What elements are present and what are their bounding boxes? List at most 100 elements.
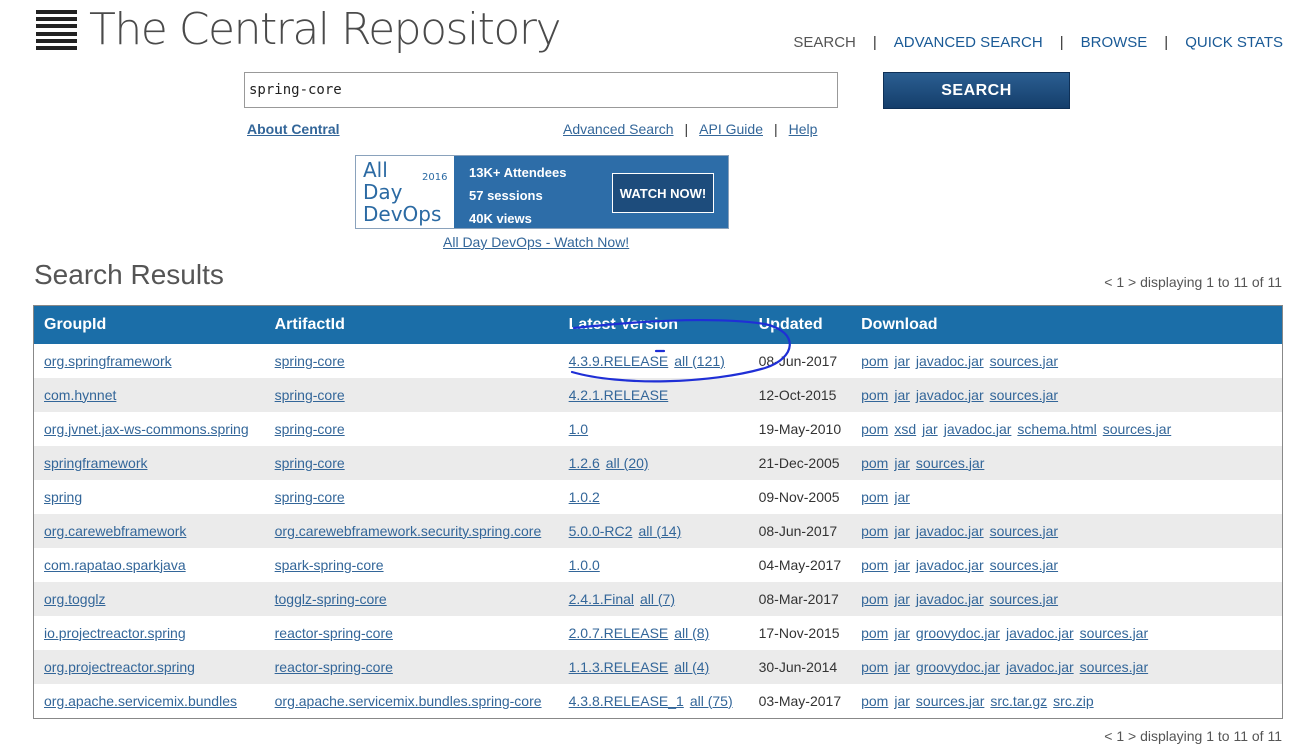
download-link[interactable]: javadoc.jar (1006, 659, 1074, 675)
groupid-link[interactable]: com.hynnet (44, 387, 116, 403)
artifactid-link[interactable]: spring-core (275, 421, 345, 437)
download-link[interactable]: javadoc.jar (916, 591, 984, 607)
download-link[interactable]: sources.jar (990, 387, 1058, 403)
download-link[interactable]: pom (861, 523, 888, 539)
search-button[interactable]: SEARCH (883, 72, 1070, 109)
all-versions-link[interactable]: all (20) (606, 455, 649, 471)
download-link[interactable]: jar (894, 557, 910, 573)
version-link[interactable]: 1.2.6 (569, 455, 600, 471)
download-link[interactable]: src.tar.gz (990, 693, 1047, 709)
download-link[interactable]: javadoc.jar (916, 387, 984, 403)
groupid-link[interactable]: org.jvnet.jax-ws-commons.spring (44, 421, 249, 437)
version-link[interactable]: 2.0.7.RELEASE (569, 625, 669, 641)
groupid-link[interactable]: org.carewebframework (44, 523, 186, 539)
about-central-link[interactable]: About Central (247, 121, 340, 137)
download-link[interactable]: jar (894, 523, 910, 539)
download-link[interactable]: groovydoc.jar (916, 659, 1000, 675)
advanced-search-link[interactable]: Advanced Search (563, 121, 674, 137)
pager-bottom[interactable]: < 1 > displaying 1 to 11 of 11 (1104, 728, 1282, 744)
download-link[interactable]: sources.jar (990, 353, 1058, 369)
version-link[interactable]: 4.3.8.RELEASE_1 (569, 693, 684, 709)
download-link[interactable]: sources.jar (990, 557, 1058, 573)
nav-browse[interactable]: BROWSE (1081, 34, 1148, 51)
download-link[interactable]: sources.jar (990, 591, 1058, 607)
artifactid-link[interactable]: reactor-spring-core (275, 625, 393, 641)
all-versions-link[interactable]: all (75) (690, 693, 733, 709)
download-link[interactable]: sources.jar (916, 693, 984, 709)
devops-banner[interactable]: All Day DevOps 2016 13K+ Attendees 57 se… (355, 155, 729, 229)
download-link[interactable]: javadoc.jar (916, 557, 984, 573)
download-link[interactable]: xsd (894, 421, 916, 437)
all-versions-link[interactable]: all (7) (640, 591, 675, 607)
groupid-link[interactable]: org.apache.servicemix.bundles (44, 693, 237, 709)
download-link[interactable]: pom (861, 557, 888, 573)
download-link[interactable]: sources.jar (1080, 625, 1148, 641)
download-link[interactable]: jar (894, 659, 910, 675)
download-link[interactable]: javadoc.jar (1006, 625, 1074, 641)
groupid-link[interactable]: org.togglz (44, 591, 105, 607)
version-link[interactable]: 4.3.9.RELEASE (569, 353, 669, 369)
download-link[interactable]: sources.jar (1103, 421, 1171, 437)
nav-quick-stats[interactable]: QUICK STATS (1185, 34, 1283, 51)
help-link[interactable]: Help (789, 121, 818, 137)
download-link[interactable]: pom (861, 693, 888, 709)
pager-top[interactable]: < 1 > displaying 1 to 11 of 11 (1104, 274, 1282, 290)
download-link[interactable]: pom (861, 489, 888, 505)
version-link[interactable]: 1.0 (569, 421, 588, 437)
nav-advanced-search[interactable]: ADVANCED SEARCH (894, 34, 1043, 51)
version-link[interactable]: 1.0.2 (569, 489, 600, 505)
artifactid-link[interactable]: org.carewebframework.security.spring.cor… (275, 523, 542, 539)
download-link[interactable]: groovydoc.jar (916, 625, 1000, 641)
download-link[interactable]: jar (894, 353, 910, 369)
site-logo[interactable]: The Central Repository (36, 4, 561, 56)
groupid-link[interactable]: org.projectreactor.spring (44, 659, 195, 675)
download-link[interactable]: jar (894, 455, 910, 471)
artifactid-link[interactable]: spring-core (275, 489, 345, 505)
version-link[interactable]: 5.0.0-RC2 (569, 523, 633, 539)
version-link[interactable]: 2.4.1.Final (569, 591, 634, 607)
groupid-link[interactable]: org.springframework (44, 353, 172, 369)
artifactid-link[interactable]: org.apache.servicemix.bundles.spring-cor… (275, 693, 542, 709)
download-link[interactable]: jar (894, 625, 910, 641)
download-link[interactable]: schema.html (1017, 421, 1096, 437)
download-link[interactable]: sources.jar (990, 523, 1058, 539)
artifactid-link[interactable]: spark-spring-core (275, 557, 384, 573)
download-link[interactable]: pom (861, 625, 888, 641)
groupid-link[interactable]: spring (44, 489, 82, 505)
download-link[interactable]: pom (861, 421, 888, 437)
all-versions-link[interactable]: all (4) (674, 659, 709, 675)
download-link[interactable]: javadoc.jar (916, 353, 984, 369)
download-link[interactable]: jar (894, 489, 910, 505)
download-link[interactable]: jar (894, 387, 910, 403)
artifactid-link[interactable]: togglz-spring-core (275, 591, 387, 607)
version-link[interactable]: 1.1.3.RELEASE (569, 659, 669, 675)
download-link[interactable]: sources.jar (1080, 659, 1148, 675)
search-input[interactable] (244, 72, 838, 108)
groupid-link[interactable]: io.projectreactor.spring (44, 625, 186, 641)
version-link[interactable]: 1.0.0 (569, 557, 600, 573)
watch-now-button[interactable]: WATCH NOW! (612, 173, 714, 213)
download-link[interactable]: javadoc.jar (944, 421, 1012, 437)
download-link[interactable]: pom (861, 387, 888, 403)
groupid-link[interactable]: com.rapatao.sparkjava (44, 557, 186, 573)
download-link[interactable]: javadoc.jar (916, 523, 984, 539)
all-versions-link[interactable]: all (8) (674, 625, 709, 641)
nav-search[interactable]: SEARCH (793, 34, 856, 51)
download-link[interactable]: sources.jar (916, 455, 984, 471)
download-link[interactable]: pom (861, 353, 888, 369)
download-link[interactable]: src.zip (1053, 693, 1093, 709)
download-link[interactable]: pom (861, 591, 888, 607)
all-versions-link[interactable]: all (14) (638, 523, 681, 539)
version-link[interactable]: 4.2.1.RELEASE (569, 387, 669, 403)
groupid-link[interactable]: springframework (44, 455, 147, 471)
download-link[interactable]: pom (861, 455, 888, 471)
all-versions-link[interactable]: all (121) (674, 353, 725, 369)
api-guide-link[interactable]: API Guide (699, 121, 763, 137)
download-link[interactable]: jar (922, 421, 938, 437)
artifactid-link[interactable]: spring-core (275, 455, 345, 471)
banner-caption-link[interactable]: All Day DevOps - Watch Now! (443, 234, 629, 250)
download-link[interactable]: pom (861, 659, 888, 675)
artifactid-link[interactable]: spring-core (275, 387, 345, 403)
artifactid-link[interactable]: spring-core (275, 353, 345, 369)
artifactid-link[interactable]: reactor-spring-core (275, 659, 393, 675)
